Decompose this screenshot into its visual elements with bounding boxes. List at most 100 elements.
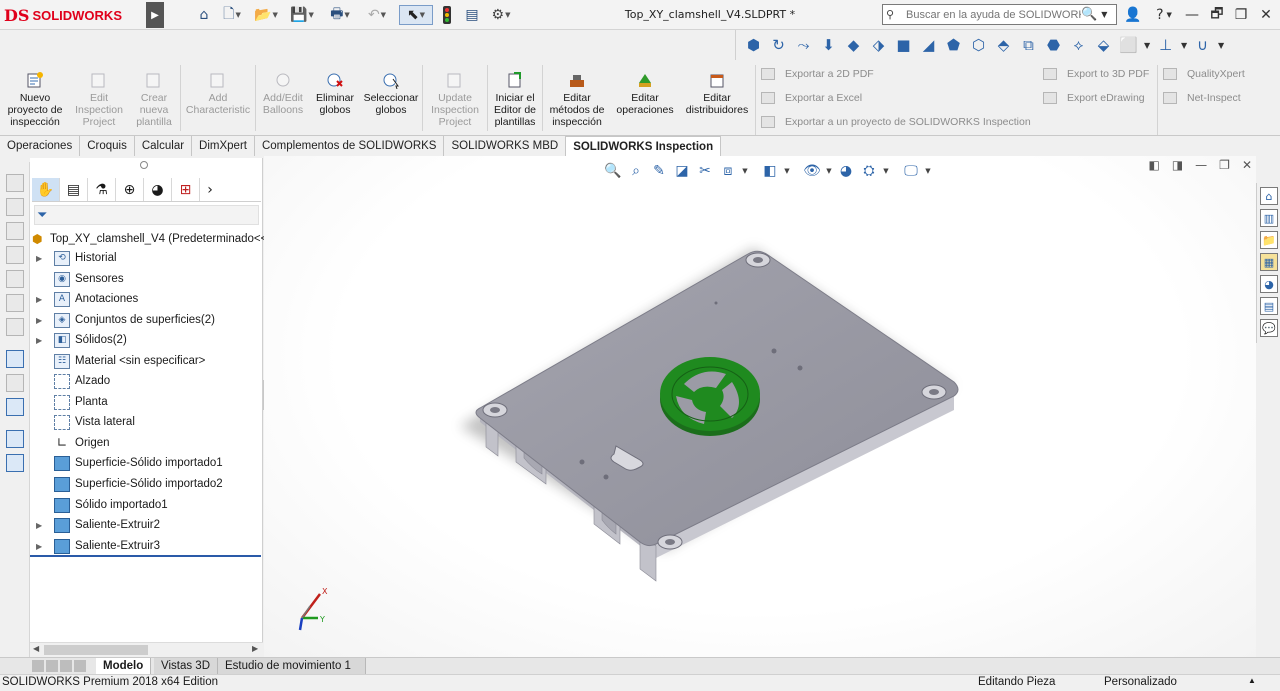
export-2d-pdf-button[interactable]: Exportar a 2D PDF	[761, 66, 1031, 81]
inspection-tool-icon[interactable]	[6, 198, 24, 216]
rebuild-icon[interactable]	[440, 5, 454, 25]
expand-icon[interactable]: ▶	[36, 316, 48, 325]
tree-item-saliente-extruir3[interactable]: ▶ Saliente-Extruir3	[36, 537, 160, 555]
tab-inspection[interactable]: SOLIDWORKS Inspection	[566, 136, 722, 156]
rollback-bar[interactable]	[30, 555, 261, 557]
intersect-icon[interactable]: ⬣	[1044, 36, 1063, 54]
tab-modelo[interactable]: Modelo	[96, 658, 152, 674]
dimxpert-manager-tab-icon[interactable]: ⊕	[116, 178, 144, 201]
boundary-icon[interactable]: ◆	[844, 36, 863, 54]
minimize-window-icon[interactable]: —	[1184, 5, 1200, 25]
tree-item-vista-lateral[interactable]: Vista lateral	[36, 413, 135, 431]
file-properties-icon[interactable]: ▤	[462, 5, 482, 25]
restore-window-icon[interactable]: 🗗	[1208, 5, 1226, 25]
close-window-icon[interactable]: ✕	[1258, 5, 1274, 25]
search-dropdown-icon[interactable]: ▼	[1101, 10, 1107, 19]
expand-icon[interactable]: ▶	[36, 254, 48, 263]
search-scope-icon[interactable]: ⚲	[886, 8, 906, 21]
inspection-tool-icon[interactable]	[6, 246, 24, 264]
panel-grip-icon[interactable]	[140, 161, 148, 169]
export-excel-button[interactable]: Exportar a Excel	[761, 90, 1031, 105]
tab-dimxpert[interactable]: DimXpert	[192, 136, 255, 156]
export-inspection-project-button[interactable]: Exportar a un proyecto de SOLIDWORKS Ins…	[761, 114, 1031, 129]
cam-manager-tab-icon[interactable]: ⊞	[172, 178, 200, 201]
create-template-button[interactable]: Crear nueva plantilla	[128, 63, 180, 133]
loft-icon[interactable]: ⬇	[819, 36, 838, 54]
solidworks-resources-icon[interactable]: ⌂	[1260, 187, 1278, 205]
inspection-tool-icon[interactable]	[6, 294, 24, 312]
first-tab-icon[interactable]	[32, 660, 44, 672]
tab-croquis[interactable]: Croquis	[80, 136, 135, 156]
view-palette-icon[interactable]: ▦	[1260, 253, 1278, 271]
scrollbar-thumb[interactable]	[44, 645, 148, 655]
characteristic-icon[interactable]	[6, 350, 24, 368]
add-characteristic-button[interactable]: Add Characteristic	[181, 63, 255, 133]
layer-icon[interactable]	[6, 454, 24, 472]
print-icon[interactable]: 🖶 ▼	[326, 5, 354, 25]
scroll-left-icon[interactable]: ◀	[33, 644, 39, 653]
split-icon[interactable]: ⟡	[1069, 36, 1088, 54]
tree-item-superficie-importado2[interactable]: Superficie-Sólido importado2	[36, 475, 223, 493]
custom-properties-icon[interactable]: ▤	[1260, 297, 1278, 315]
help-icon[interactable]: ? ▼	[1150, 5, 1178, 25]
qualityxpert-button[interactable]: QualityXpert	[1163, 66, 1245, 81]
forum-icon[interactable]: 💬	[1260, 319, 1278, 337]
solidworks-logo[interactable]: DS SOLIDWORKS	[4, 4, 144, 26]
new-document-icon[interactable]: 🗋 ▼	[218, 5, 246, 25]
design-library-icon[interactable]: ▥	[1260, 209, 1278, 227]
sweep-icon[interactable]: ⤳	[794, 36, 813, 54]
next-tab-icon[interactable]	[60, 660, 72, 672]
delete-balloons-button[interactable]: Eliminar globos	[310, 63, 360, 133]
tree-item-sensores[interactable]: ◉ Sensores	[36, 270, 124, 288]
inspection-tool-icon[interactable]	[6, 374, 24, 392]
last-tab-icon[interactable]	[74, 660, 86, 672]
tree-item-planta[interactable]: Planta	[36, 393, 108, 411]
edit-inspection-methods-button[interactable]: Editar métodos de inspección	[543, 63, 611, 133]
expand-icon[interactable]: ▶	[36, 295, 48, 304]
unit-system[interactable]: Personalizado	[1104, 676, 1177, 688]
box-icon[interactable]: ⬜	[1119, 36, 1138, 54]
configuration-manager-tab-icon[interactable]: ⚗	[88, 178, 116, 201]
template-editor-button[interactable]: Iniciar el Editor de plantillas	[488, 63, 542, 133]
help-search-box[interactable]: ⚲ 🔍 ▼	[882, 4, 1117, 25]
fillet-icon[interactable]: ◢	[919, 36, 938, 54]
inspection-tool-icon[interactable]	[6, 222, 24, 240]
tree-item-alzado[interactable]: Alzado	[36, 372, 110, 390]
tree-item-superficie-importado1[interactable]: Superficie-Sólido importado1	[36, 454, 223, 472]
options-icon[interactable]: ⚙ ▼	[486, 5, 516, 25]
tree-item-solidos[interactable]: ▶ ◧ Sólidos(2)	[36, 331, 127, 349]
save-icon[interactable]: 💾 ▼	[288, 5, 316, 25]
tab-motion-study[interactable]: Estudio de movimiento 1	[218, 658, 366, 674]
inspection-tool-icon[interactable]	[6, 174, 24, 192]
edit-inspection-project-button[interactable]: Edit Inspection Project	[70, 63, 128, 133]
combine-icon[interactable]: ⧉	[1019, 36, 1038, 54]
select-icon[interactable]: ⬉ ▼	[399, 5, 433, 25]
reference-geometry-icon[interactable]: ⊥	[1156, 36, 1175, 54]
user-icon[interactable]: 👤	[1124, 5, 1142, 25]
part-model-view[interactable]	[264, 156, 1256, 657]
chamfer-icon[interactable]: ⬟	[944, 36, 963, 54]
shell-icon[interactable]: ⬡	[969, 36, 988, 54]
tree-root-part[interactable]: ⬢ Top_XY_clamshell_V4 (Predeterminado<<	[32, 230, 267, 248]
add-edit-balloons-button[interactable]: Add/Edit Balloons	[256, 63, 310, 133]
appearances-icon[interactable]: ◕	[1260, 275, 1278, 293]
tree-item-historial[interactable]: ▶ ⟲ Historial	[36, 249, 117, 267]
tree-item-solido-importado1[interactable]: Sólido importado1	[36, 496, 168, 514]
expand-icon[interactable]: ▶	[36, 542, 48, 551]
tree-item-material[interactable]: ☷ Material <sin especificar>	[36, 352, 205, 370]
feature-tree-tab-icon[interactable]: ✋	[32, 178, 60, 201]
property-manager-tab-icon[interactable]: ▤	[60, 178, 88, 201]
previous-tab-icon[interactable]	[46, 660, 58, 672]
cube-icon[interactable]: ■	[894, 36, 913, 54]
tree-item-superficies[interactable]: ▶ ◈ Conjuntos de superficies(2)	[36, 311, 215, 329]
tab-vistas-3d[interactable]: Vistas 3D	[154, 658, 219, 674]
tab-calcular[interactable]: Calcular	[135, 136, 193, 156]
inspection-tool-icon[interactable]	[6, 318, 24, 336]
edit-vendors-button[interactable]: Editar distribuidores	[679, 63, 755, 133]
undo-icon[interactable]: ↶ ▼	[362, 5, 392, 25]
tree-item-origen[interactable]: ∟ Origen	[36, 434, 110, 452]
export-edrawing-button[interactable]: Export eDrawing	[1043, 90, 1149, 105]
menu-expand-button[interactable]: ▶	[146, 2, 164, 28]
open-icon[interactable]: 📂 ▼	[252, 5, 280, 25]
edit-operations-button[interactable]: Editar operaciones	[611, 63, 679, 133]
